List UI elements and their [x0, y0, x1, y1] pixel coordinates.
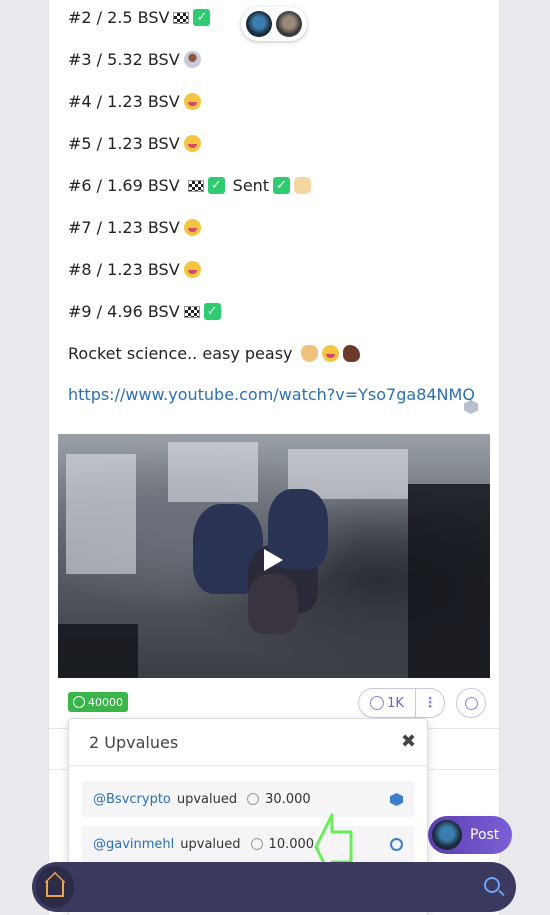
participants-avatars[interactable] — [241, 7, 307, 41]
upvalue-row: @Bsvcrypto upvalued 30.000 — [81, 781, 415, 817]
cube-icon[interactable] — [390, 793, 403, 806]
bottom-nav-bar — [32, 862, 516, 912]
post-line-4: #4 / 1.23 BSV — [68, 92, 201, 111]
user-link[interactable]: @Bsvcrypto — [93, 792, 171, 807]
check-mark-icon: ✓ — [273, 177, 291, 194]
clock-icon[interactable] — [390, 838, 403, 851]
astronaut-icon — [183, 51, 201, 68]
checkered-flag-icon — [187, 179, 204, 192]
check-mark-icon: ✓ — [193, 9, 211, 26]
post-line-rocket: Rocket science.. easy peasy — [68, 344, 360, 363]
zany-face-icon — [183, 135, 201, 152]
comment-button[interactable] — [456, 688, 486, 718]
zany-face-icon — [183, 219, 201, 236]
play-icon[interactable] — [264, 549, 283, 571]
checkered-flag-icon — [183, 305, 200, 318]
coin-icon — [250, 838, 263, 850]
zany-face-icon — [183, 261, 201, 278]
home-button[interactable] — [36, 866, 74, 908]
coin-icon — [370, 696, 385, 710]
check-mark-icon: ✓ — [207, 177, 225, 194]
coin-icon — [73, 696, 85, 708]
avatar[interactable] — [246, 11, 272, 37]
comment-icon — [464, 696, 478, 710]
zany-face-icon — [183, 93, 201, 110]
post-line-3: #3 / 5.32 BSV — [68, 50, 201, 69]
check-mark-icon: ✓ — [203, 303, 221, 320]
more-options-button[interactable]: ⋮ — [415, 688, 445, 718]
upvalue-row: @gavinmehl upvalued 10.000 — [81, 826, 415, 862]
search-icon[interactable] — [484, 877, 500, 893]
coin-icon — [247, 793, 260, 805]
zany-face-icon — [321, 345, 339, 362]
post-button[interactable]: Post — [428, 816, 512, 854]
avatar — [432, 820, 462, 850]
post-line-8: #8 / 1.23 BSV — [68, 260, 201, 279]
post-line-5: #5 / 1.23 BSV — [68, 134, 201, 153]
popup-title: 2 Upvalues — [89, 733, 179, 752]
fist-bump-icon — [300, 345, 318, 362]
tip-badge[interactable]: 40000 — [68, 692, 128, 712]
post-line-6: #6 / 1.69 BSV ✓ Sent ✓ — [68, 176, 312, 195]
raised-hands-icon — [294, 177, 312, 194]
upvalue-button[interactable]: 1K — [358, 688, 416, 718]
post-line-7: #7 / 1.23 BSV — [68, 218, 201, 237]
divider — [69, 765, 427, 766]
more-vertical-icon: ⋮ — [423, 695, 437, 711]
youtube-link[interactable]: https://www.youtube.com/watch?v=Yso7ga84… — [68, 385, 475, 404]
avatar[interactable] — [276, 11, 302, 37]
checkered-flag-icon — [173, 11, 190, 24]
close-button[interactable]: ✖ — [401, 731, 416, 752]
home-icon — [46, 881, 64, 897]
post-line-9: #9 / 4.96 BSV ✓ — [68, 302, 221, 321]
horse-icon — [342, 345, 360, 362]
post-line-2: #2 / 2.5 BSV ✓ — [68, 8, 211, 27]
user-link[interactable]: @gavinmehl — [93, 837, 174, 852]
